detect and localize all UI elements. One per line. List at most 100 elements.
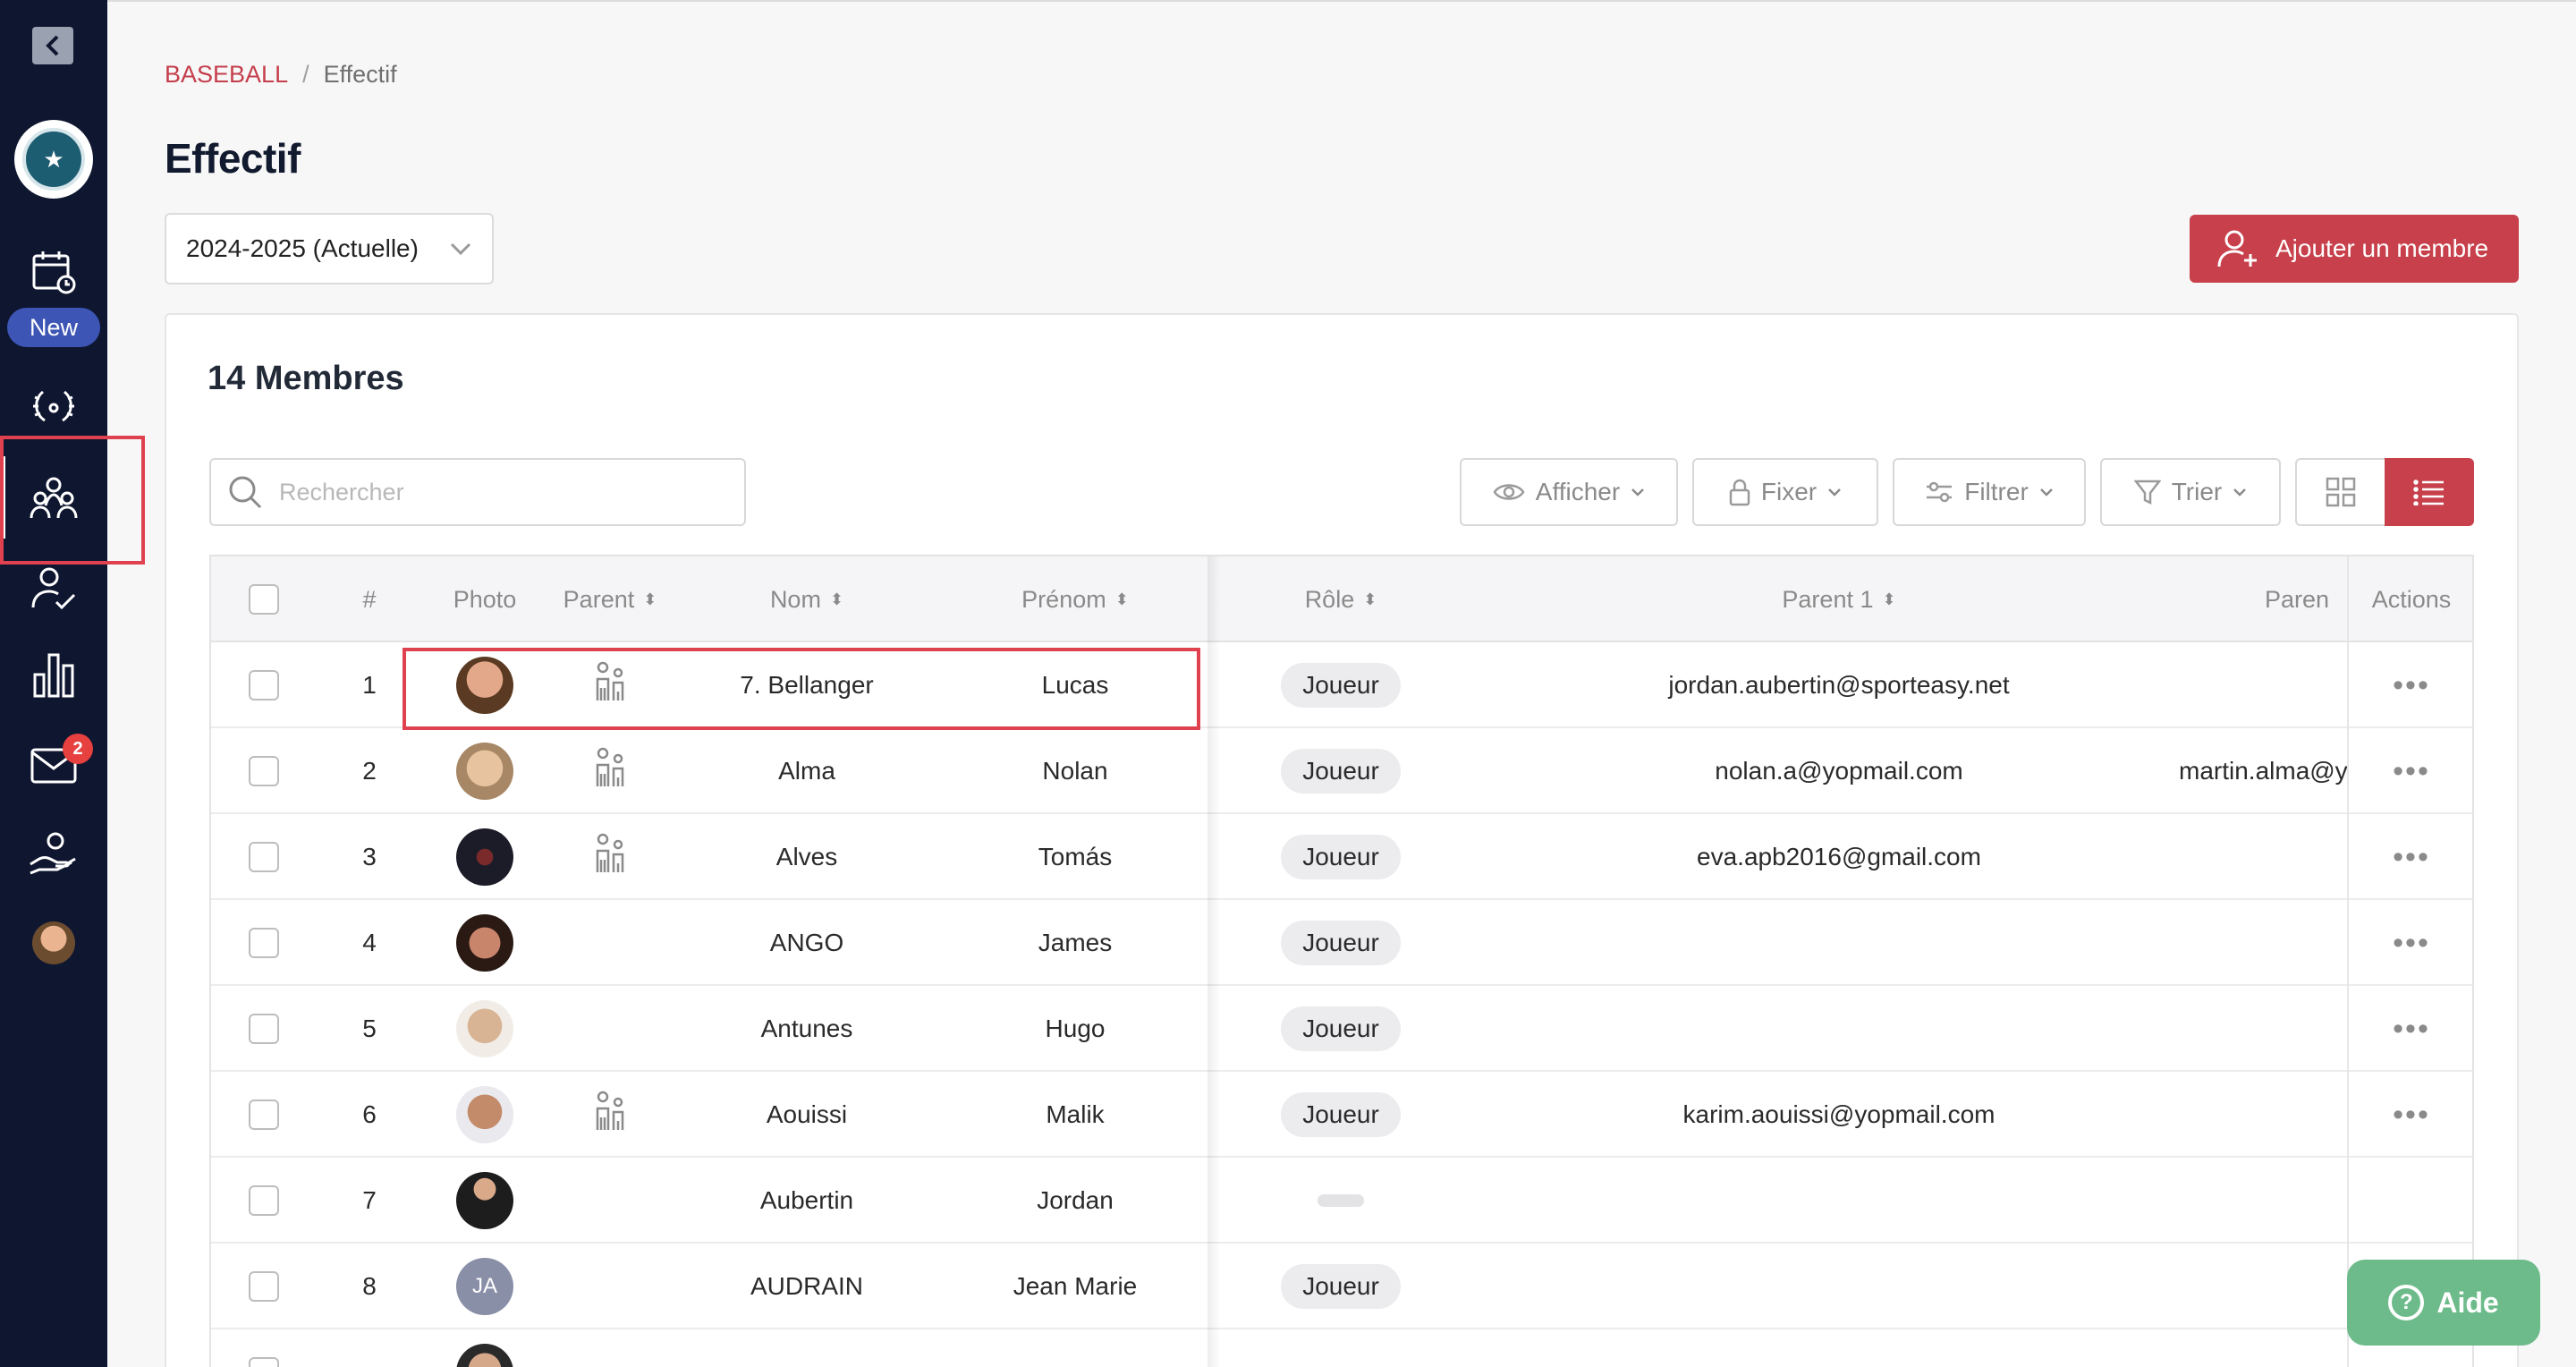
help-button[interactable]: ? Aide bbox=[2347, 1260, 2540, 1346]
fixer-button[interactable]: Fixer bbox=[1692, 458, 1878, 526]
role-badge: Joueur bbox=[1281, 835, 1401, 879]
role-badge: Joueur bbox=[1281, 663, 1401, 708]
breadcrumb-separator: / bbox=[302, 61, 309, 88]
nom-cell[interactable]: AUDRAIN bbox=[673, 1244, 941, 1329]
nom-cell[interactable]: Aouissi bbox=[673, 1072, 941, 1158]
row-checkbox[interactable] bbox=[249, 756, 279, 786]
parent2-email[interactable] bbox=[2179, 1072, 2347, 1158]
person-check-icon[interactable] bbox=[27, 562, 80, 616]
avatar[interactable] bbox=[456, 1172, 513, 1229]
header-prenom[interactable]: Prénom ⬍ bbox=[941, 556, 1209, 642]
header-parent2[interactable]: Paren bbox=[2265, 556, 2347, 642]
nom-cell[interactable]: Antunes bbox=[673, 986, 941, 1072]
table-row[interactable]: 7 Aubertin Jordan bbox=[211, 1158, 2472, 1244]
avatar[interactable] bbox=[456, 1086, 513, 1143]
calendar-icon[interactable] bbox=[27, 245, 80, 299]
parent1-email[interactable]: nolan.a@yopmail.com bbox=[1553, 728, 2125, 814]
avatar-initials[interactable]: JA bbox=[456, 1258, 513, 1315]
prenom-cell[interactable]: Nolan bbox=[941, 728, 1209, 814]
parent1-email[interactable]: eva.apb2016@gmail.com bbox=[1553, 814, 2125, 900]
header-parent[interactable]: Parent ⬍ bbox=[547, 556, 673, 642]
nom-cell[interactable]: Aubertin bbox=[673, 1158, 941, 1244]
prenom-cell[interactable]: Hugo bbox=[941, 986, 1209, 1072]
avatar[interactable] bbox=[456, 743, 513, 800]
sidebar-highlight-box bbox=[0, 436, 145, 565]
parent1-email[interactable] bbox=[1553, 986, 2125, 1072]
parent1-email[interactable] bbox=[1553, 900, 2125, 986]
more-options-icon[interactable]: ••• bbox=[2393, 926, 2430, 961]
row-checkbox[interactable] bbox=[249, 1185, 279, 1216]
hand-heart-icon[interactable] bbox=[27, 827, 80, 880]
parent2-email[interactable] bbox=[2179, 642, 2347, 728]
season-select[interactable]: 2024-2025 (Actuelle) bbox=[165, 213, 494, 284]
collapse-icon[interactable] bbox=[32, 27, 73, 64]
role-cell: Joueur bbox=[1220, 728, 1462, 814]
more-options-icon[interactable]: ••• bbox=[2393, 840, 2430, 875]
nom-cell[interactable]: Alma bbox=[673, 728, 941, 814]
row-checkbox[interactable] bbox=[249, 670, 279, 700]
prenom-cell[interactable]: Jordan bbox=[941, 1158, 1209, 1244]
parent2-email[interactable] bbox=[2179, 986, 2347, 1072]
parent2-email[interactable] bbox=[2179, 900, 2347, 986]
prenom-cell[interactable]: Tomás bbox=[941, 814, 1209, 900]
header-nom[interactable]: Nom ⬍ bbox=[673, 556, 941, 642]
parent1-email[interactable]: karim.aouissi@yopmail.com bbox=[1553, 1072, 2125, 1158]
row-checkbox[interactable] bbox=[249, 842, 279, 872]
nom-cell[interactable]: ANGO bbox=[673, 900, 941, 986]
afficher-button[interactable]: Afficher bbox=[1460, 458, 1678, 526]
prenom-cell[interactable]: James bbox=[941, 900, 1209, 986]
avatar[interactable] bbox=[456, 828, 513, 886]
row-checkbox[interactable] bbox=[249, 1100, 279, 1130]
add-member-button[interactable]: Ajouter un membre bbox=[2190, 215, 2519, 283]
parent2-email[interactable] bbox=[2179, 814, 2347, 900]
stats-icon[interactable] bbox=[27, 648, 80, 701]
role-empty-badge bbox=[1318, 1194, 1364, 1207]
header-num: # bbox=[362, 585, 377, 613]
messages-badge: 2 bbox=[63, 734, 93, 764]
parent2-email[interactable] bbox=[2179, 1244, 2347, 1329]
avatar[interactable] bbox=[456, 914, 513, 972]
parent1-email[interactable] bbox=[1553, 1158, 2125, 1244]
trier-button[interactable]: Trier bbox=[2100, 458, 2281, 526]
parent2-email[interactable]: martin.alma@y bbox=[2179, 728, 2347, 814]
table-row[interactable]: 5 Antunes Hugo Joueur ••• bbox=[211, 986, 2472, 1072]
more-options-icon[interactable]: ••• bbox=[2393, 1098, 2430, 1133]
grid-view-button[interactable] bbox=[2295, 458, 2386, 526]
table-row[interactable]: 4 ANGO James Joueur ••• bbox=[211, 900, 2472, 986]
select-all-checkbox[interactable] bbox=[249, 584, 279, 615]
parent-child-icon bbox=[594, 1091, 626, 1140]
laurel-icon[interactable] bbox=[27, 379, 80, 433]
parent1-email[interactable] bbox=[1553, 1244, 2125, 1329]
list-view-button[interactable] bbox=[2385, 458, 2474, 526]
parent1-email[interactable]: jordan.aubertin@sporteasy.net bbox=[1553, 642, 2125, 728]
row-checkbox[interactable] bbox=[249, 1357, 279, 1367]
breadcrumb-section[interactable]: BASEBALL bbox=[165, 61, 288, 89]
more-options-icon[interactable]: ••• bbox=[2393, 1012, 2430, 1047]
header-photo: Photo bbox=[453, 585, 517, 613]
row-checkbox[interactable] bbox=[249, 1014, 279, 1044]
table-row[interactable]: 8 JA AUDRAIN Jean Marie Joueur bbox=[211, 1244, 2472, 1329]
prenom-cell[interactable]: Jean Marie bbox=[941, 1244, 1209, 1329]
table-row[interactable]: 3 Alves Tomás Joueur eva.apb2016@gmail.com ••… bbox=[211, 814, 2472, 900]
filtrer-button[interactable]: Filtrer bbox=[1893, 458, 2086, 526]
club-logo[interactable]: ★ bbox=[14, 120, 93, 199]
sort-icon: ⬍ bbox=[643, 590, 657, 608]
table-row[interactable]: 6 Aouissi Malik Joueur karim.aouissi@yopmail… bbox=[211, 1072, 2472, 1158]
avatar[interactable] bbox=[456, 1344, 513, 1367]
search-placeholder: Rechercher bbox=[279, 478, 404, 505]
user-avatar[interactable] bbox=[32, 921, 75, 964]
parent2-email[interactable] bbox=[2179, 1158, 2347, 1244]
table-row[interactable]: 2 Alma Nolan Joueur nolan.a@yopmail.com marti… bbox=[211, 728, 2472, 814]
more-options-icon[interactable]: ••• bbox=[2393, 668, 2430, 703]
question-icon: ? bbox=[2388, 1285, 2425, 1320]
prenom-cell[interactable]: Malik bbox=[941, 1072, 1209, 1158]
row-checkbox[interactable] bbox=[249, 928, 279, 958]
avatar[interactable] bbox=[456, 1000, 513, 1057]
row-checkbox[interactable] bbox=[249, 1271, 279, 1302]
search-input[interactable]: Rechercher bbox=[209, 458, 746, 526]
nom-cell[interactable]: Alves bbox=[673, 814, 941, 900]
header-parent1[interactable]: Parent 1 ⬍ bbox=[1642, 556, 2036, 642]
header-role[interactable]: Rôle ⬍ bbox=[1220, 556, 1462, 642]
role-cell: Joueur bbox=[1220, 1072, 1462, 1158]
more-options-icon[interactable]: ••• bbox=[2393, 754, 2430, 789]
